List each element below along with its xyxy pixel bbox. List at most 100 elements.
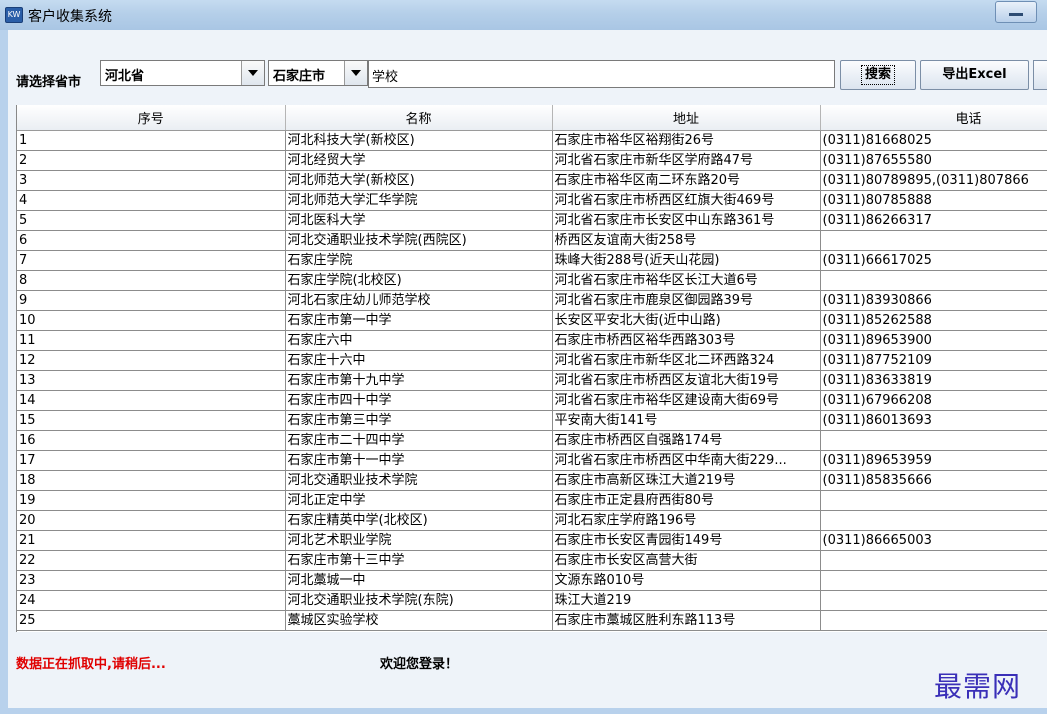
column-header-address[interactable]: 地址: [552, 105, 821, 131]
cell-phone[interactable]: (0311)89653959: [820, 450, 1047, 471]
column-header-name[interactable]: 名称: [285, 105, 553, 131]
cell-name[interactable]: 石家庄六中: [285, 330, 553, 351]
cell-phone[interactable]: (0311)66617025: [820, 250, 1047, 271]
table-row[interactable]: 19 河北正定中学 石家庄市正定县府西街80号: [17, 490, 1047, 511]
cell-name[interactable]: 河北艺术职业学院: [285, 530, 553, 551]
cell-address[interactable]: 河北省石家庄市裕华区建设南大街69号: [552, 390, 821, 411]
cell-index[interactable]: 15: [17, 410, 286, 431]
cell-phone[interactable]: (0311)89653900: [820, 330, 1047, 351]
cell-phone[interactable]: (0311)85262588: [820, 310, 1047, 331]
cell-index[interactable]: 13: [17, 370, 286, 391]
cell-address[interactable]: 石家庄市裕华区南二环东路20号: [552, 170, 821, 191]
cell-index[interactable]: 9: [17, 290, 286, 311]
cell-phone[interactable]: (0311)80785888: [820, 190, 1047, 211]
cell-phone[interactable]: (0311)67966208: [820, 390, 1047, 411]
table-row[interactable]: 20 石家庄精英中学(北校区) 河北石家庄学府路196号: [17, 510, 1047, 531]
cell-phone[interactable]: [820, 610, 1047, 631]
cell-address[interactable]: 石家庄市桥西区裕华西路303号: [552, 330, 821, 351]
cell-phone[interactable]: (0311)87655580: [820, 150, 1047, 171]
cell-index[interactable]: 23: [17, 570, 286, 591]
cell-name[interactable]: 河北石家庄幼儿师范学校: [285, 290, 553, 311]
table-row[interactable]: 7 石家庄学院 珠峰大街288号(近天山花园) (0311)66617025: [17, 250, 1047, 271]
cell-phone[interactable]: (0311)81668025: [820, 130, 1047, 151]
cell-phone[interactable]: [820, 510, 1047, 531]
table-row[interactable]: 25 藁城区实验学校 石家庄市藁城区胜利东路113号: [17, 610, 1047, 631]
search-input[interactable]: 学校: [368, 60, 835, 88]
cell-name[interactable]: 河北师范大学汇华学院: [285, 190, 553, 211]
table-row[interactable]: 10 石家庄市第一中学 长安区平安北大街(近中山路) (0311)85262588: [17, 310, 1047, 331]
cell-phone[interactable]: [820, 550, 1047, 571]
table-row[interactable]: 15 石家庄市第三中学 平安南大街141号 (0311)86013693: [17, 410, 1047, 431]
cell-address[interactable]: 平安南大街141号: [552, 410, 821, 431]
cell-name[interactable]: 石家庄精英中学(北校区): [285, 510, 553, 531]
cell-index[interactable]: 2: [17, 150, 286, 171]
cell-index[interactable]: 18: [17, 470, 286, 491]
table-row[interactable]: 14 石家庄市四十中学 河北省石家庄市裕华区建设南大街69号 (0311)679662…: [17, 390, 1047, 411]
column-header-phone[interactable]: 电话: [820, 105, 1047, 131]
cell-phone[interactable]: (0311)80789895,(0311)807866: [820, 170, 1047, 191]
cell-name[interactable]: 河北藁城一中: [285, 570, 553, 591]
cell-phone[interactable]: [820, 430, 1047, 451]
cell-address[interactable]: 石家庄市桥西区自强路174号: [552, 430, 821, 451]
cell-address[interactable]: 河北省石家庄市桥西区友谊北大街19号: [552, 370, 821, 391]
cell-address[interactable]: 河北省石家庄市长安区中山东路361号: [552, 210, 821, 231]
cell-address[interactable]: 河北省石家庄市桥西区红旗大街469号: [552, 190, 821, 211]
cell-name[interactable]: 石家庄学院: [285, 250, 553, 271]
minimize-button[interactable]: [995, 1, 1037, 23]
table-row[interactable]: 11 石家庄六中 石家庄市桥西区裕华西路303号 (0311)89653900: [17, 330, 1047, 351]
cell-index[interactable]: 14: [17, 390, 286, 411]
table-row[interactable]: 3 河北师范大学(新校区) 石家庄市裕华区南二环东路20号 (0311)8078989…: [17, 170, 1047, 191]
cell-name[interactable]: 石家庄市第十三中学: [285, 550, 553, 571]
cell-name[interactable]: 石家庄市第十九中学: [285, 370, 553, 391]
cell-index[interactable]: 7: [17, 250, 286, 271]
cell-phone[interactable]: (0311)86665003: [820, 530, 1047, 551]
cell-name[interactable]: 石家庄市第三中学: [285, 410, 553, 431]
cell-phone[interactable]: [820, 270, 1047, 291]
cell-phone[interactable]: (0311)85835666: [820, 470, 1047, 491]
cell-name[interactable]: 石家庄市第一中学: [285, 310, 553, 331]
cell-index[interactable]: 25: [17, 610, 286, 631]
cell-name[interactable]: 藁城区实验学校: [285, 610, 553, 631]
city-select[interactable]: 石家庄市: [268, 60, 368, 86]
cell-address[interactable]: 桥西区友谊南大街258号: [552, 230, 821, 251]
cell-phone[interactable]: (0311)83633819: [820, 370, 1047, 391]
cell-phone[interactable]: (0311)83930866: [820, 290, 1047, 311]
cell-address[interactable]: 石家庄市长安区青园街149号: [552, 530, 821, 551]
table-row[interactable]: 22 石家庄市第十三中学 石家庄市长安区高营大街: [17, 550, 1047, 571]
cell-address[interactable]: 河北省石家庄市裕华区长江大道6号: [552, 270, 821, 291]
cell-name[interactable]: 石家庄市第十一中学: [285, 450, 553, 471]
table-row[interactable]: 16 石家庄市二十四中学 石家庄市桥西区自强路174号: [17, 430, 1047, 451]
table-row[interactable]: 13 石家庄市第十九中学 河北省石家庄市桥西区友谊北大街19号 (0311)83633…: [17, 370, 1047, 391]
cell-name[interactable]: 河北交通职业技术学院: [285, 470, 553, 491]
cell-phone[interactable]: [820, 230, 1047, 251]
cell-phone[interactable]: (0311)87752109: [820, 350, 1047, 371]
cell-address[interactable]: 石家庄市正定县府西街80号: [552, 490, 821, 511]
table-row[interactable]: 9 河北石家庄幼儿师范学校 河北省石家庄市鹿泉区御园路39号 (0311)839308…: [17, 290, 1047, 311]
cell-name[interactable]: 河北正定中学: [285, 490, 553, 511]
cell-name[interactable]: 河北经贸大学: [285, 150, 553, 171]
cell-index[interactable]: 6: [17, 230, 286, 251]
cell-name[interactable]: 石家庄市四十中学: [285, 390, 553, 411]
table-row[interactable]: 5 河北医科大学 河北省石家庄市长安区中山东路361号 (0311)86266317: [17, 210, 1047, 231]
cell-address[interactable]: 长安区平安北大街(近中山路): [552, 310, 821, 331]
cell-index[interactable]: 19: [17, 490, 286, 511]
export-excel-button[interactable]: 导出Excel: [920, 60, 1029, 90]
cell-name[interactable]: 河北医科大学: [285, 210, 553, 231]
table-row[interactable]: 6 河北交通职业技术学院(西院区) 桥西区友谊南大街258号: [17, 230, 1047, 251]
chevron-down-icon[interactable]: [241, 61, 264, 85]
cell-phone[interactable]: [820, 570, 1047, 591]
table-row[interactable]: 24 河北交通职业技术学院(东院) 珠江大道219: [17, 590, 1047, 611]
cell-index[interactable]: 4: [17, 190, 286, 211]
cell-index[interactable]: 3: [17, 170, 286, 191]
cell-address[interactable]: 河北省石家庄市新华区学府路47号: [552, 150, 821, 171]
table-row[interactable]: 21 河北艺术职业学院 石家庄市长安区青园街149号 (0311)86665003: [17, 530, 1047, 551]
cell-index[interactable]: 20: [17, 510, 286, 531]
table-row[interactable]: 18 河北交通职业技术学院 石家庄市高新区珠江大道219号 (0311)8583566…: [17, 470, 1047, 491]
cell-address[interactable]: 河北省石家庄市鹿泉区御园路39号: [552, 290, 821, 311]
cell-phone[interactable]: (0311)86013693: [820, 410, 1047, 431]
cell-phone[interactable]: [820, 590, 1047, 611]
cell-address[interactable]: 石家庄市裕华区裕翔街26号: [552, 130, 821, 151]
cell-phone[interactable]: (0311)86266317: [820, 210, 1047, 231]
cell-address[interactable]: 珠峰大街288号(近天山花园): [552, 250, 821, 271]
cell-index[interactable]: 24: [17, 590, 286, 611]
